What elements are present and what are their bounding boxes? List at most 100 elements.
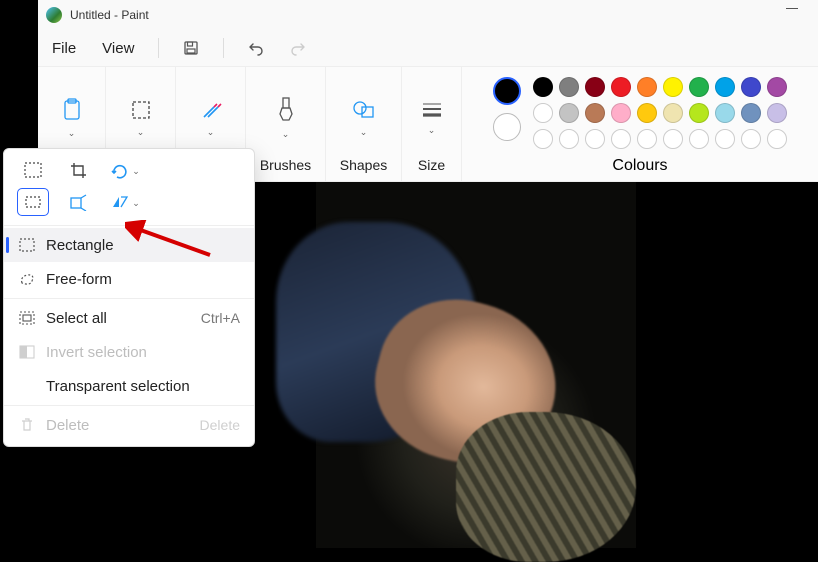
- dropdown-divider: [4, 298, 254, 299]
- chevron-down-icon: ⌄: [282, 129, 290, 140]
- colour-swatch[interactable]: [715, 103, 735, 123]
- colour-swatch[interactable]: [559, 77, 579, 97]
- colour-swatch[interactable]: [533, 77, 553, 97]
- menu-rectangle[interactable]: Rectangle: [4, 228, 254, 262]
- ribbon-colours: Colours: [462, 67, 818, 181]
- rect-select-tool[interactable]: [18, 157, 48, 183]
- ribbon-colours-label: Colours: [612, 157, 667, 175]
- dropdown-divider: [4, 405, 254, 406]
- secondary-colour[interactable]: [493, 113, 521, 141]
- ribbon-size[interactable]: ⌄ Size: [402, 67, 462, 181]
- current-colours: [493, 77, 521, 141]
- clipboard-icon: [62, 98, 82, 122]
- ribbon-brushes-label: Brushes: [260, 157, 311, 173]
- chevron-down-icon: ⌄: [360, 127, 368, 138]
- size-icon: [421, 101, 443, 119]
- menubar-divider: [158, 38, 159, 58]
- chevron-down-icon: ⌄: [428, 125, 436, 136]
- chevron-down-icon: ⌄: [137, 127, 145, 138]
- invert-icon: [18, 343, 36, 361]
- colour-swatch[interactable]: [741, 129, 761, 149]
- colour-swatch[interactable]: [637, 103, 657, 123]
- colour-swatch[interactable]: [533, 129, 553, 149]
- colour-swatch[interactable]: [611, 129, 631, 149]
- menu-delete: Delete Delete: [4, 408, 254, 442]
- undo-icon[interactable]: [244, 36, 268, 60]
- window-title: Untitled - Paint: [70, 8, 149, 22]
- dropdown-tool-row-2: ⌄: [4, 187, 254, 223]
- colour-swatch[interactable]: [559, 103, 579, 123]
- colour-swatch[interactable]: [715, 129, 735, 149]
- colour-swatch[interactable]: [741, 103, 761, 123]
- menu-select-all[interactable]: Select all Ctrl+A: [4, 301, 254, 335]
- app-icon: [46, 7, 62, 23]
- colour-swatch[interactable]: [585, 129, 605, 149]
- menubar: File View: [38, 30, 818, 66]
- colour-swatch[interactable]: [741, 77, 761, 97]
- colour-swatch[interactable]: [611, 77, 631, 97]
- chevron-down-icon: ⌄: [68, 128, 76, 139]
- titlebar: Untitled - Paint: [38, 0, 818, 30]
- chevron-down-icon: ⌄: [132, 166, 140, 177]
- menu-freeform-label: Free-form: [46, 271, 112, 288]
- colour-swatch[interactable]: [689, 129, 709, 149]
- crop-tool[interactable]: [64, 157, 94, 183]
- dropdown-divider: [4, 225, 254, 226]
- freeform-select-icon: [18, 270, 36, 288]
- rect-select-small[interactable]: [18, 189, 48, 215]
- selection-dropdown: ⌄ ⌄ Rectangle Free-form Select all Ctrl+…: [3, 148, 255, 447]
- menu-rectangle-label: Rectangle: [46, 237, 114, 254]
- ribbon-brushes[interactable]: ⌄ Brushes: [246, 67, 326, 181]
- colour-swatch[interactable]: [767, 77, 787, 97]
- menu-transparent[interactable]: Transparent selection: [4, 369, 254, 403]
- colour-swatch[interactable]: [767, 103, 787, 123]
- dropdown-tool-row-1: ⌄: [4, 149, 254, 187]
- menu-select-all-label: Select all: [46, 310, 107, 327]
- minimize-button[interactable]: [786, 8, 798, 9]
- menu-invert-label: Invert selection: [46, 344, 147, 361]
- select-icon: [130, 99, 152, 121]
- colour-swatch[interactable]: [663, 77, 683, 97]
- ribbon-size-label: Size: [418, 157, 445, 173]
- primary-colour[interactable]: [493, 77, 521, 105]
- menu-select-all-shortcut: Ctrl+A: [201, 310, 240, 326]
- colour-swatch[interactable]: [637, 77, 657, 97]
- colour-swatch[interactable]: [533, 103, 553, 123]
- menubar-divider-2: [223, 38, 224, 58]
- colour-swatch[interactable]: [689, 103, 709, 123]
- photo-cat: [456, 412, 636, 562]
- resize-tool[interactable]: [64, 189, 94, 215]
- flip-tool[interactable]: ⌄: [110, 189, 140, 215]
- menu-freeform[interactable]: Free-form: [4, 262, 254, 296]
- brush-icon: [276, 97, 296, 123]
- rotate-tool[interactable]: ⌄: [110, 157, 140, 183]
- menu-delete-shortcut: Delete: [200, 417, 240, 433]
- blank-icon: [18, 377, 36, 395]
- colour-swatch[interactable]: [559, 129, 579, 149]
- colour-swatch[interactable]: [767, 129, 787, 149]
- tools-icon: [200, 99, 222, 121]
- colour-swatch[interactable]: [585, 77, 605, 97]
- colour-palette: [533, 77, 787, 149]
- ribbon-shapes[interactable]: ⌄ Shapes: [326, 67, 402, 181]
- view-menu[interactable]: View: [98, 36, 138, 61]
- chevron-down-icon: ⌄: [207, 127, 215, 138]
- redo-icon[interactable]: [286, 36, 310, 60]
- menu-delete-label: Delete: [46, 417, 89, 434]
- colour-swatch[interactable]: [663, 129, 683, 149]
- colour-swatch[interactable]: [611, 103, 631, 123]
- trash-icon: [18, 416, 36, 434]
- colour-swatch[interactable]: [689, 77, 709, 97]
- colour-swatch[interactable]: [585, 103, 605, 123]
- ribbon-shapes-label: Shapes: [340, 157, 387, 173]
- menu-invert: Invert selection: [4, 335, 254, 369]
- file-menu[interactable]: File: [48, 36, 80, 61]
- colour-swatch[interactable]: [663, 103, 683, 123]
- menu-transparent-label: Transparent selection: [46, 378, 190, 395]
- shapes-icon: [352, 99, 376, 121]
- save-icon[interactable]: [179, 36, 203, 60]
- colour-swatch[interactable]: [637, 129, 657, 149]
- colour-swatch[interactable]: [715, 77, 735, 97]
- rectangle-select-icon: [18, 236, 36, 254]
- chevron-down-icon: ⌄: [132, 198, 140, 209]
